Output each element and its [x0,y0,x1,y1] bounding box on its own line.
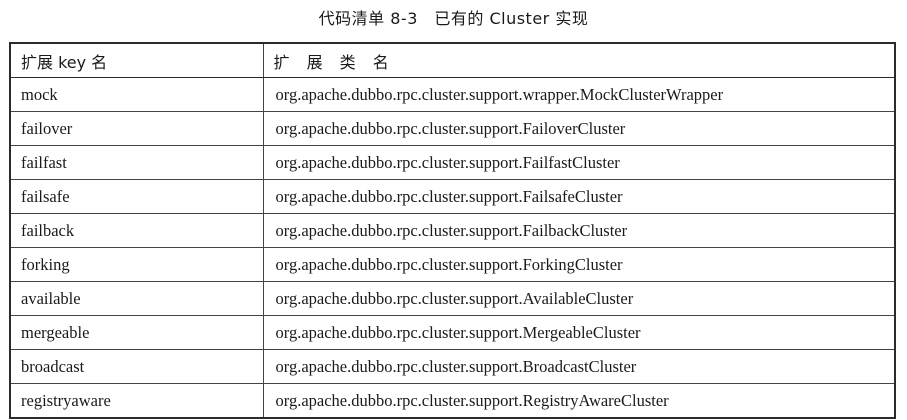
key-cell: failback [9,213,264,248]
class-cell: org.apache.dubbo.rpc.cluster.support.Reg… [262,383,896,419]
table-row: failfast org.apache.dubbo.rpc.cluster.su… [9,145,896,180]
table-row: failover org.apache.dubbo.rpc.cluster.su… [9,111,896,146]
class-cell: org.apache.dubbo.rpc.cluster.support.Fai… [262,213,896,248]
key-cell: failfast [9,145,264,180]
table-row: failback org.apache.dubbo.rpc.cluster.su… [9,213,896,248]
key-cell: mergeable [9,315,264,350]
table-row: broadcast org.apache.dubbo.rpc.cluster.s… [9,349,896,384]
cluster-table: 扩展 key 名 扩 展 类 名 mock org.apache.dubbo.r… [9,42,896,419]
class-cell: org.apache.dubbo.rpc.cluster.support.Bro… [262,349,896,384]
class-cell: org.apache.dubbo.rpc.cluster.support.Mer… [262,315,896,350]
class-cell: org.apache.dubbo.rpc.cluster.support.Fai… [262,145,896,180]
class-cell: org.apache.dubbo.rpc.cluster.support.wra… [262,77,896,112]
class-cell: org.apache.dubbo.rpc.cluster.support.Ava… [262,281,896,316]
table-row: mock org.apache.dubbo.rpc.cluster.suppor… [9,77,896,112]
table-row: available org.apache.dubbo.rpc.cluster.s… [9,281,896,316]
table-row: mergeable org.apache.dubbo.rpc.cluster.s… [9,315,896,350]
listing-caption: 代码清单 8-3 已有的 Cluster 实现 [318,9,589,28]
key-cell: failsafe [9,179,264,214]
table-header-row: 扩展 key 名 扩 展 类 名 [9,42,896,78]
header-class-name: 扩 展 类 名 [262,42,896,78]
table-row: failsafe org.apache.dubbo.rpc.cluster.su… [9,179,896,214]
key-cell: available [9,281,264,316]
table-row: registryaware org.apache.dubbo.rpc.clust… [9,383,896,419]
class-cell: org.apache.dubbo.rpc.cluster.support.For… [262,247,896,282]
key-cell: broadcast [9,349,264,384]
key-cell: mock [9,77,264,112]
table-row: forking org.apache.dubbo.rpc.cluster.sup… [9,247,896,282]
key-cell: registryaware [9,383,264,419]
key-cell: forking [9,247,264,282]
header-key-name: 扩展 key 名 [9,42,264,78]
class-cell: org.apache.dubbo.rpc.cluster.support.Fai… [262,179,896,214]
class-cell: org.apache.dubbo.rpc.cluster.support.Fai… [262,111,896,146]
key-cell: failover [9,111,264,146]
